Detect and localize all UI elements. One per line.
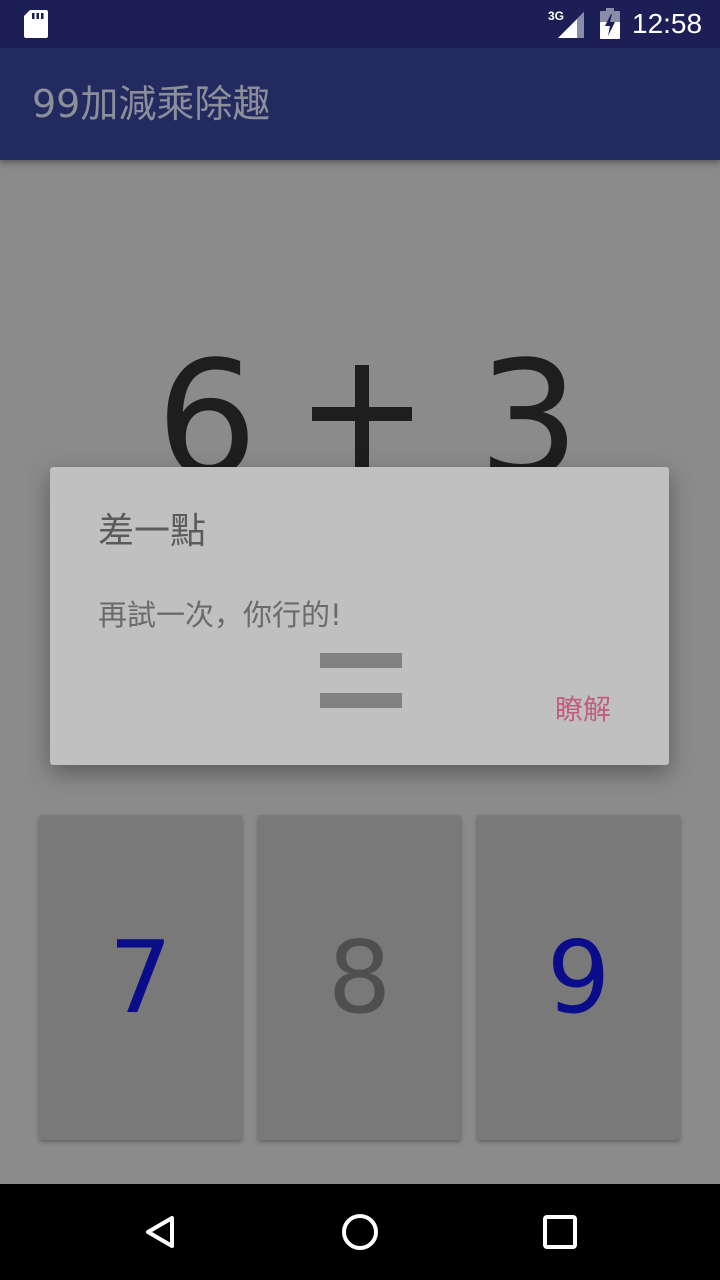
dialog-ok-button[interactable]: 瞭解 [538, 685, 628, 735]
result-dialog: 差一點 再試一次，你行的! 瞭解 [50, 467, 669, 765]
dialog-message: 再試一次，你行的! [98, 598, 342, 632]
answer-choice-button[interactable]: 8 [258, 815, 461, 1140]
app-title: 99加減乘除趣 [32, 82, 271, 126]
plus-icon [312, 365, 412, 475]
answer-choice-button[interactable]: 9 [477, 815, 680, 1140]
app-bar: 99加減乘除趣 [0, 48, 720, 160]
home-icon[interactable] [336, 1208, 384, 1256]
network-type-label: 3G [548, 9, 564, 23]
status-clock: 12:58 [632, 8, 703, 39]
signal-icon: 3G [548, 9, 584, 38]
answer-choice-button[interactable]: 7 [39, 815, 242, 1140]
battery-charging-icon [600, 8, 620, 39]
answer-choice-label: 8 [327, 919, 392, 1036]
equals-icon [320, 653, 402, 711]
sd-card-icon [24, 10, 48, 38]
answer-choice-label: 7 [108, 919, 173, 1036]
back-icon[interactable] [136, 1208, 184, 1256]
dialog-title: 差一點 [98, 511, 207, 552]
navigation-bar [0, 1184, 720, 1280]
answer-choice-label: 9 [546, 919, 611, 1036]
status-bar: 3G 12:58 [0, 0, 720, 48]
recent-apps-icon[interactable] [536, 1208, 584, 1256]
